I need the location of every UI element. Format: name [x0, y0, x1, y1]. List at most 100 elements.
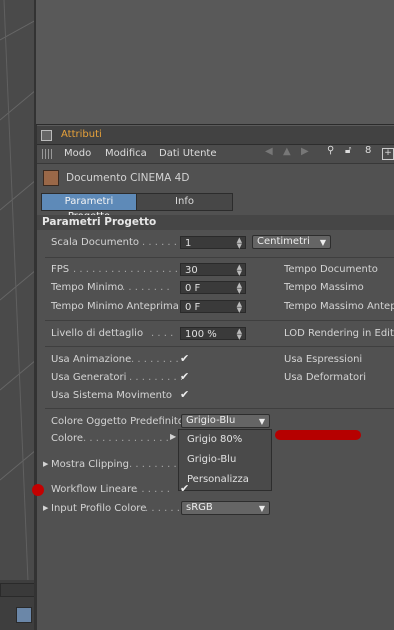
spinner-icon[interactable]: ▲ ▼	[237, 301, 242, 314]
new-panel-icon[interactable]: +	[382, 148, 394, 160]
menu-dati-utente[interactable]: Dati Utente	[159, 148, 217, 159]
tempo-minimo-value: 0 F	[185, 283, 201, 294]
divider	[45, 408, 394, 409]
scala-unit-dropdown[interactable]: Centimetri ▼	[252, 235, 331, 249]
dots: . . . . . . . .	[122, 282, 170, 293]
dots: . . . . . . . . . . . . . .	[83, 433, 169, 444]
layout-icon[interactable]	[16, 607, 32, 623]
search-icon[interactable]: ⚲	[327, 145, 334, 156]
colore-oggetto-value: Grigio-Blu	[186, 415, 236, 426]
dots: . . . .	[151, 328, 174, 339]
tempo-minimo-field[interactable]: 0 F ▲ ▼	[180, 281, 246, 295]
usa-generatori-label: Usa Generatori	[51, 372, 127, 383]
tempo-minimo-anteprima-value: 0 F	[185, 302, 201, 313]
colore-oggetto-label: Colore Oggetto Predefinito	[51, 416, 184, 427]
dots: . . . . . .	[135, 484, 170, 495]
viewport-grid	[0, 0, 36, 630]
section-title: Parametri Progetto	[42, 216, 157, 228]
forward-arrow-icon[interactable]: ▶	[301, 146, 309, 157]
attributes-panel: Attributi Modo Modifica Dati Utente ◀ ▲ …	[37, 126, 394, 630]
tab-info[interactable]: Info	[137, 194, 232, 210]
livello-value: 100 %	[185, 329, 217, 340]
dots: . . . . . . . .	[131, 354, 179, 365]
colore-oggetto-dropdown[interactable]: Grigio-Blu ▼	[181, 414, 270, 428]
dots: . . . . . . . . . . . . . . . . .	[73, 264, 178, 275]
tab-bar: Parametri Progetto Info	[41, 193, 233, 222]
input-profilo-value: sRGB	[186, 502, 213, 513]
tempo-minimo-anteprima-field[interactable]: 0 F ▲ ▼	[180, 300, 246, 314]
spinner-icon[interactable]: ▲ ▼	[237, 237, 242, 250]
divider	[45, 320, 394, 321]
back-arrow-icon[interactable]: ◀	[265, 146, 273, 157]
mostra-clipping-label: Mostra Clipping	[51, 459, 129, 470]
scala-field[interactable]: 1 ▲ ▼	[180, 236, 246, 250]
panel-menu-icon[interactable]	[41, 130, 52, 141]
spinner-icon[interactable]: ▲ ▼	[237, 328, 242, 341]
fps-label: FPS	[51, 264, 70, 275]
popup-option-personalizza[interactable]: Personalizza	[179, 471, 271, 489]
dots: . . . . . . . . .	[129, 372, 184, 383]
expand-arrow-icon[interactable]: ▶	[43, 504, 48, 512]
chevron-down-icon: ▼	[319, 238, 326, 247]
usa-sistema-movimento-checkbox[interactable]: ✔	[180, 389, 192, 401]
tempo-massimo-label: Tempo Massimo	[284, 282, 364, 293]
divider	[45, 346, 394, 347]
dots: . . . . . .	[145, 503, 180, 514]
usa-sistema-movimento-label: Usa Sistema Movimento	[51, 390, 173, 401]
tempo-massimo-anteprima-label: Tempo Massimo Antepr	[284, 301, 394, 312]
fps-field[interactable]: 30 ▲ ▼	[180, 263, 246, 277]
dots: . . . . . . . .	[129, 459, 177, 470]
up-arrow-icon[interactable]: ▲	[283, 146, 291, 157]
usa-generatori-checkbox[interactable]: ✔	[180, 371, 192, 383]
colore-popup-menu: Grigio 80% Grigio-Blu Personalizza	[178, 429, 272, 491]
livello-field[interactable]: 100 % ▲ ▼	[180, 327, 246, 341]
viewport-left[interactable]	[0, 0, 36, 630]
usa-deformatori-label: Usa Deformatori	[284, 372, 367, 383]
expand-arrow-icon[interactable]: ▶	[170, 432, 176, 441]
lod-label: LOD Rendering in Edito	[284, 328, 394, 339]
tempo-documento-label: Tempo Documento	[284, 264, 378, 275]
dots: . . . . . .	[142, 237, 177, 248]
tempo-minimo-anteprima-label: Tempo Minimo Anteprima	[51, 301, 179, 312]
chevron-down-icon: ▼	[258, 504, 265, 513]
panel-title: Attributi	[61, 129, 102, 140]
divider	[45, 257, 394, 258]
menu-modifica[interactable]: Modifica	[105, 148, 147, 159]
usa-animazione-checkbox[interactable]: ✔	[180, 353, 192, 365]
workflow-lineare-label: Workflow Lineare	[51, 484, 138, 495]
usa-espressioni-label: Usa Espressioni	[284, 354, 363, 365]
scala-label: Scala Documento	[51, 237, 139, 248]
popup-option-grigio-blu[interactable]: Grigio-Blu	[179, 451, 271, 469]
tempo-minimo-label: Tempo Minimo	[51, 282, 124, 293]
expand-arrow-icon[interactable]: ▶	[43, 460, 48, 468]
input-profilo-dropdown[interactable]: sRGB ▼	[181, 501, 270, 515]
spinner-icon[interactable]: ▲ ▼	[237, 282, 242, 295]
scala-unit-value: Centimetri	[257, 236, 310, 247]
scala-value: 1	[185, 238, 192, 249]
panel-menubar: Modo Modifica Dati Utente ◀ ▲ ▶ ⚲ 🔓︎ 8 +	[37, 145, 394, 164]
livello-label: Livello di dettaglio	[51, 328, 144, 339]
annotation-red-dot	[32, 484, 44, 496]
tab-parametri-progetto[interactable]: Parametri Progetto	[42, 194, 137, 222]
fps-value: 30	[185, 265, 198, 276]
document-title: Documento CINEMA 4D	[66, 172, 190, 184]
link-icon[interactable]: 8	[365, 145, 371, 156]
panel-titlebar: Attributi	[37, 126, 394, 145]
annotation-red-stroke	[275, 430, 361, 440]
spinner-icon[interactable]: ▲ ▼	[237, 264, 242, 277]
popup-option-grigio-80[interactable]: Grigio 80%	[179, 431, 271, 449]
left-field[interactable]	[0, 583, 36, 597]
document-header: Documento CINEMA 4D	[37, 169, 394, 187]
document-icon	[43, 170, 59, 186]
colore-label: Colore	[51, 433, 84, 444]
viewport-top[interactable]	[36, 0, 394, 125]
left-bottom-toolbar	[0, 580, 36, 630]
workflow-lineare-checkbox[interactable]: ✔	[180, 483, 192, 495]
chevron-down-icon: ▼	[258, 417, 265, 426]
section-header: Parametri Progetto	[37, 215, 394, 230]
lock-icon[interactable]: 🔓︎	[345, 145, 351, 156]
grip-icon[interactable]	[42, 149, 54, 159]
usa-animazione-label: Usa Animazione	[51, 354, 132, 365]
menu-modo[interactable]: Modo	[64, 148, 91, 159]
input-profilo-label: Input Profilo Colore	[51, 503, 147, 514]
